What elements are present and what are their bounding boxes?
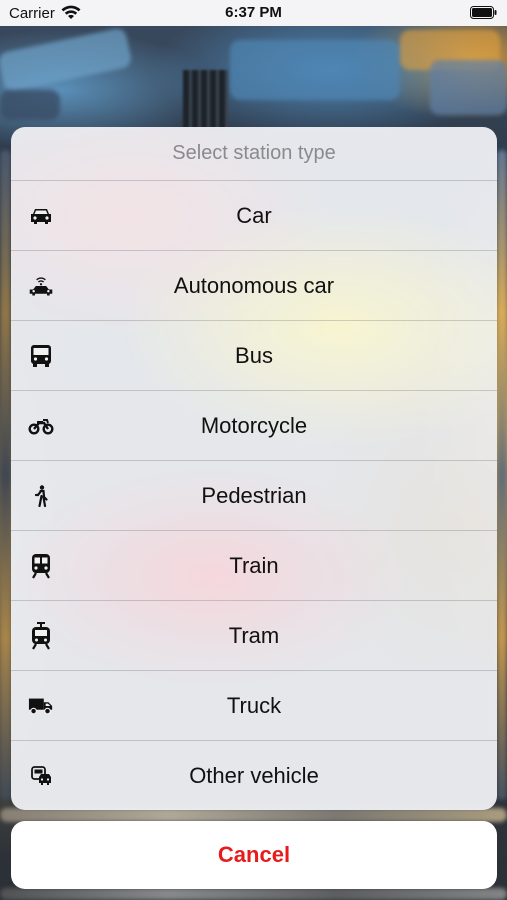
option-label: Other vehicle xyxy=(189,763,319,788)
status-time: 6:37 PM xyxy=(225,4,282,21)
bus-icon xyxy=(28,321,54,390)
option-label: Pedestrian xyxy=(201,483,307,508)
tram-icon xyxy=(28,601,54,670)
autonomous-car-icon xyxy=(28,251,54,320)
option-label: Car xyxy=(236,203,272,228)
option-bus[interactable]: Bus xyxy=(11,321,497,391)
motorcycle-icon xyxy=(28,391,54,460)
option-label: Autonomous car xyxy=(173,273,335,298)
option-autonomous-car[interactable]: Autonomous car xyxy=(11,251,497,321)
station-type-action-sheet: Select station type Car Autonomous car B… xyxy=(11,127,497,810)
cancel-button[interactable]: Cancel xyxy=(11,821,497,889)
option-label: Bus xyxy=(235,343,273,368)
option-tram[interactable]: Tram xyxy=(11,601,497,671)
truck-icon xyxy=(28,671,54,740)
option-car[interactable]: Car xyxy=(11,181,497,251)
other-vehicle-icon xyxy=(28,741,54,810)
option-train[interactable]: Train xyxy=(11,531,497,601)
option-label: Tram xyxy=(228,623,280,648)
building-silhouette xyxy=(183,70,228,130)
option-motorcycle[interactable]: Motorcycle xyxy=(11,391,497,461)
pedestrian-icon xyxy=(28,461,54,530)
option-other-vehicle[interactable]: Other vehicle xyxy=(11,741,497,810)
train-icon xyxy=(28,531,54,600)
option-label: Train xyxy=(229,553,279,578)
option-truck[interactable]: Truck xyxy=(11,671,497,741)
sheet-title: Select station type xyxy=(11,127,497,181)
option-label: Truck xyxy=(226,693,282,718)
option-label: Motorcycle xyxy=(200,413,308,438)
status-bar: Carrier 6:37 PM xyxy=(0,0,507,26)
option-pedestrian[interactable]: Pedestrian xyxy=(11,461,497,531)
battery-icon xyxy=(470,6,497,19)
car-icon xyxy=(28,181,54,250)
